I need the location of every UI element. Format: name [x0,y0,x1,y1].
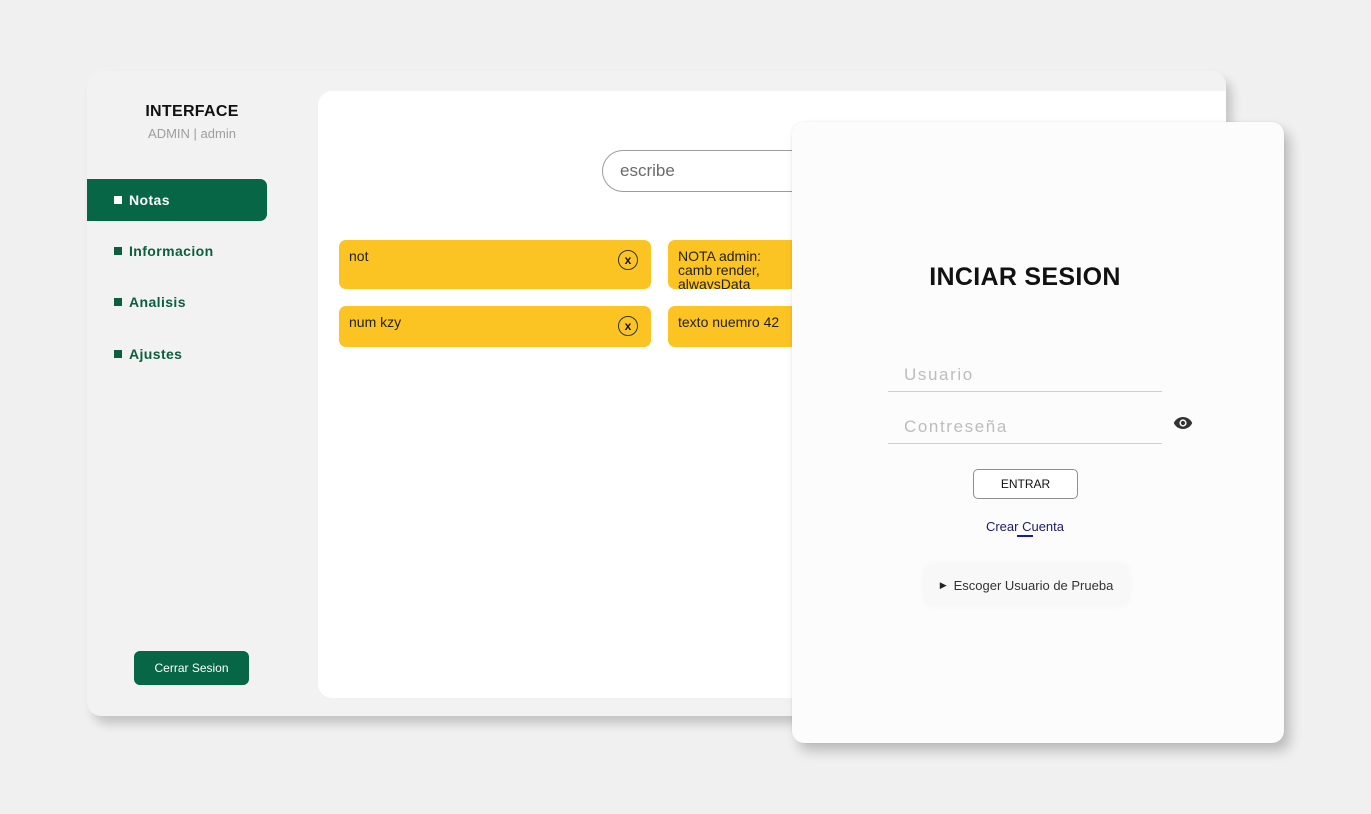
username-input[interactable] [888,358,1162,392]
user-role-label: ADMIN | admin [148,126,236,141]
test-user-label: Escoger Usuario de Prueba [953,577,1114,593]
square-bullet-icon [114,196,122,204]
square-bullet-icon [114,350,122,358]
note-text: texto nuemro 42 [678,314,780,330]
eye-icon[interactable] [1173,416,1193,430]
note-card[interactable]: texto nuemro 42 [668,306,808,347]
close-icon[interactable]: x [618,250,638,270]
app-title: INTERFACE [145,103,239,120]
note-text: num kzy [349,314,402,330]
sidebar-item-label: Notas [129,192,170,208]
note-text: NOTA admin: camb render, alwaysData [678,248,761,289]
enter-button[interactable]: ENTRAR [973,469,1078,499]
sidebar-item-ajustes[interactable]: Ajustes [87,333,267,375]
note-card[interactable]: NOTA admin: camb render, alwaysData [668,240,808,289]
sidebar-item-informacion[interactable]: Informacion [87,230,267,272]
create-account-link[interactable]: Crear Cuenta [792,519,1258,534]
note-text: not [349,248,369,264]
sidebar-item-label: Analisis [129,294,186,310]
login-title: INCIAR SESION [929,263,1121,291]
sidebar: INTERFACE ADMIN | admin Notas Informacio… [87,71,297,716]
logout-button[interactable]: Cerrar Sesion [134,651,249,685]
square-bullet-icon [114,298,122,306]
login-dialog: INCIAR SESION ENTRAR Crear Cuenta ▶ Esco… [792,122,1284,743]
link-underline [1017,535,1033,537]
triangle-right-icon: ▶ [939,579,947,590]
sidebar-item-label: Informacion [129,243,214,259]
sidebar-item-analisis[interactable]: Analisis [87,281,267,323]
password-input[interactable] [888,410,1162,444]
sidebar-item-label: Ajustes [129,346,183,362]
note-card[interactable]: num kzy x [339,306,651,347]
square-bullet-icon [114,247,122,255]
sidebar-item-notas[interactable]: Notas [87,179,267,221]
note-card[interactable]: not x [339,240,651,289]
close-icon[interactable]: x [618,316,638,336]
test-user-disclosure[interactable]: ▶ Escoger Usuario de Prueba [925,565,1128,605]
